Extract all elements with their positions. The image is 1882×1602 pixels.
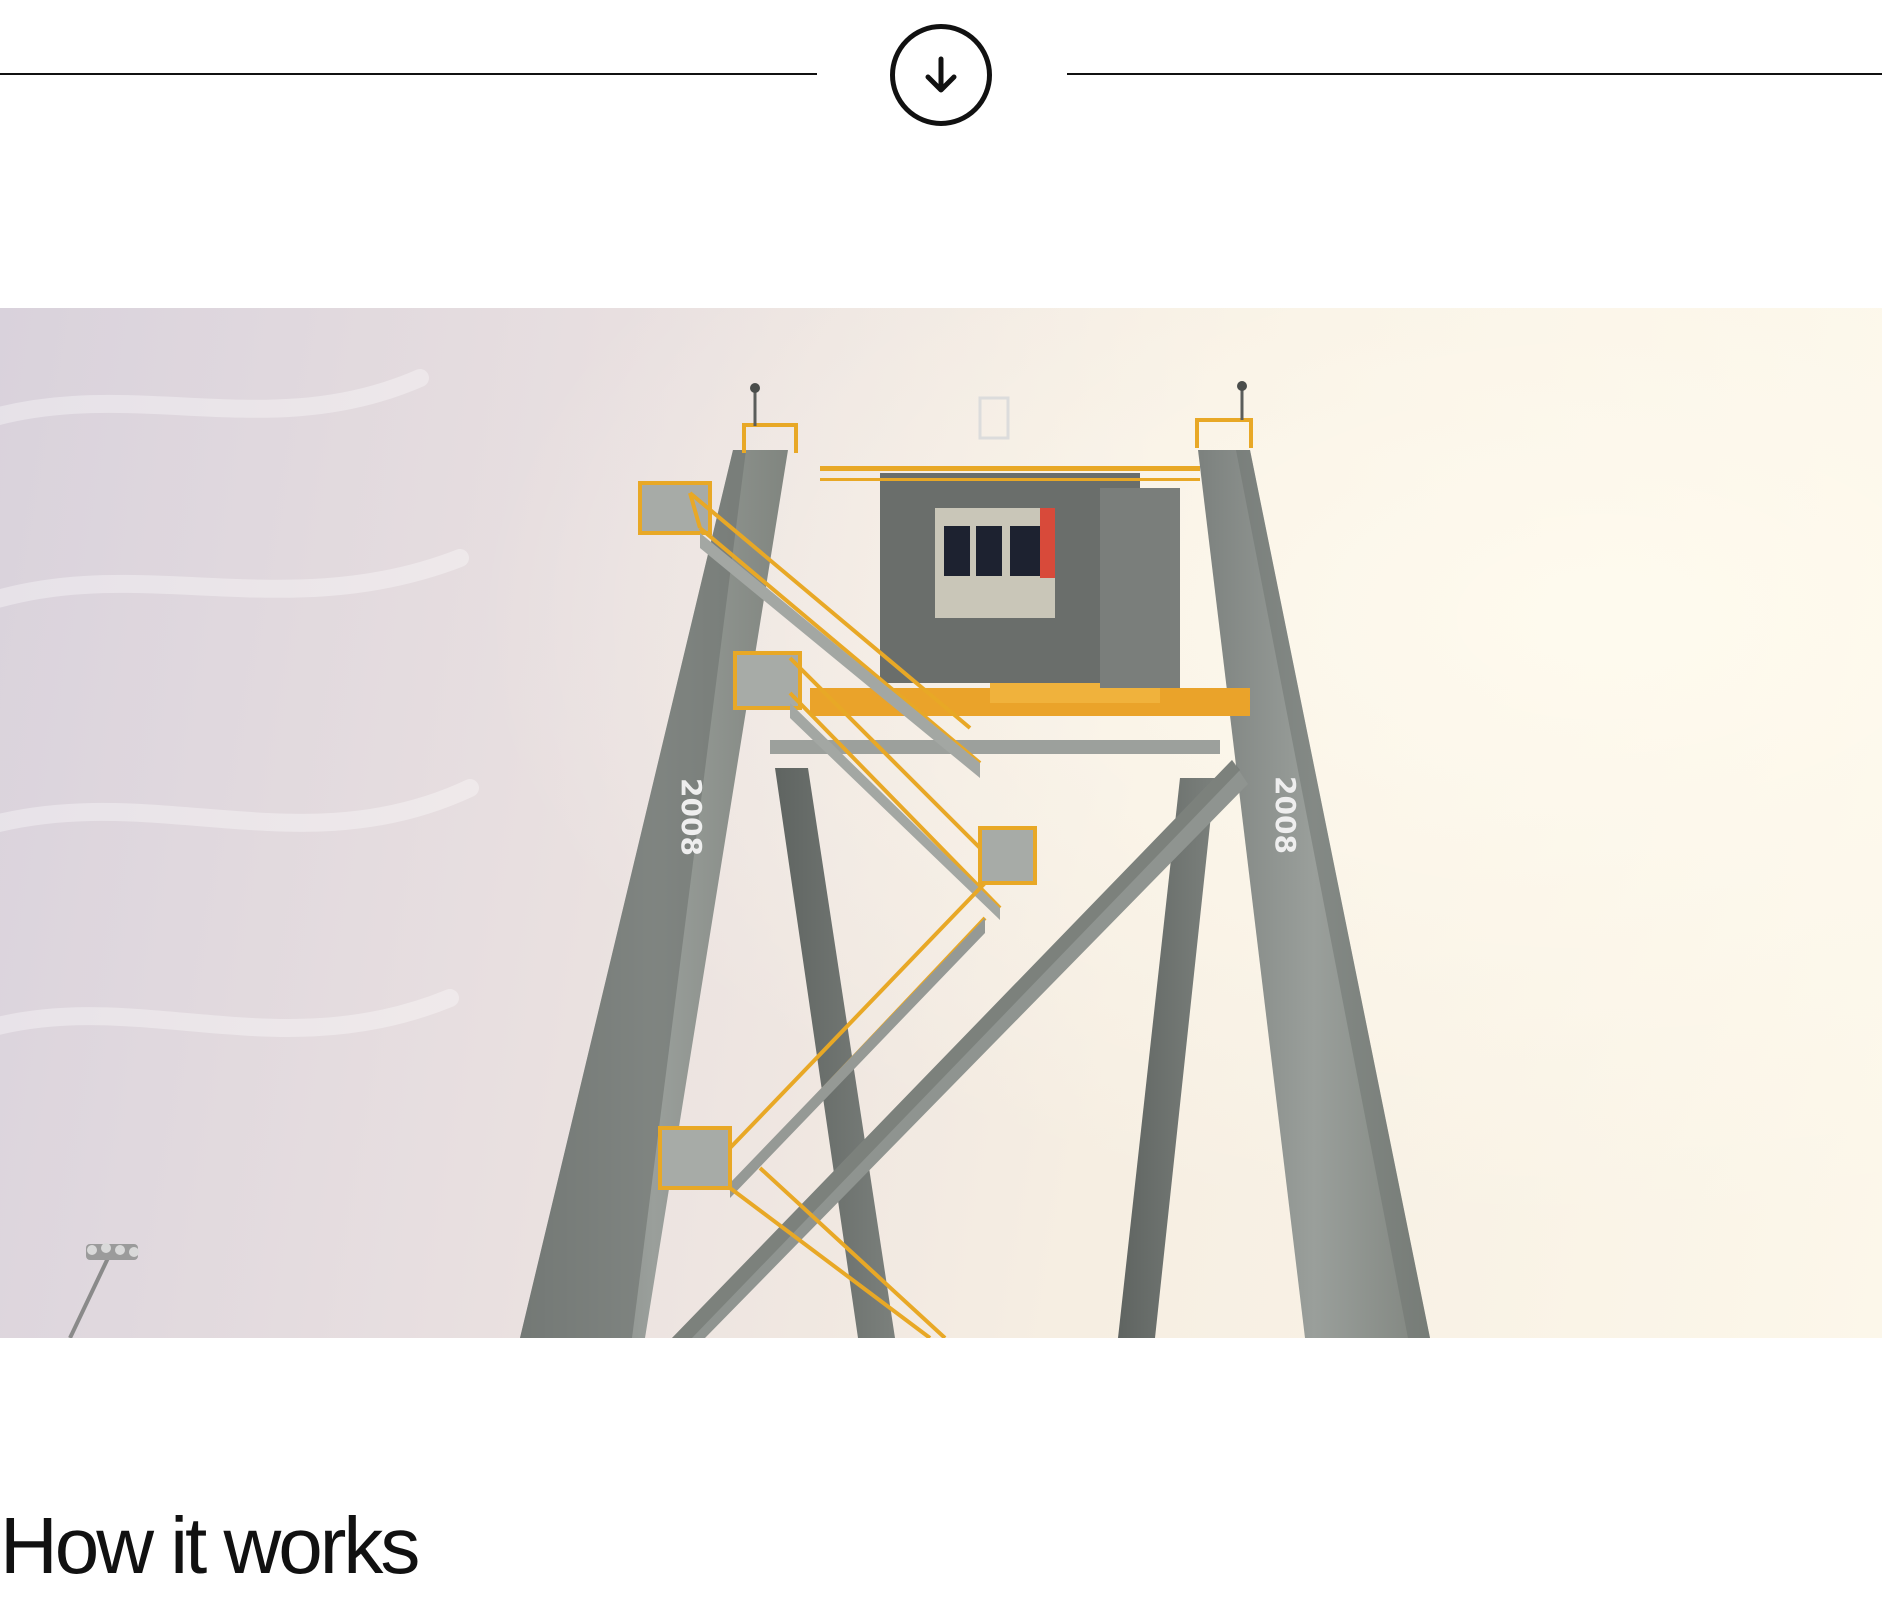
divider-line-right xyxy=(1067,73,1882,75)
scroll-down-button[interactable] xyxy=(890,24,992,126)
divider-line-left xyxy=(0,73,817,75)
svg-text:2008: 2008 xyxy=(1269,776,1302,854)
crane-illustration: 2008 2008 xyxy=(0,308,1882,1338)
hero-image: 2008 2008 xyxy=(0,308,1882,1338)
section-title: How it works xyxy=(0,1501,420,1590)
arrow-down-icon xyxy=(925,56,957,93)
svg-text:2008: 2008 xyxy=(675,778,708,856)
scroll-divider xyxy=(0,0,1882,150)
